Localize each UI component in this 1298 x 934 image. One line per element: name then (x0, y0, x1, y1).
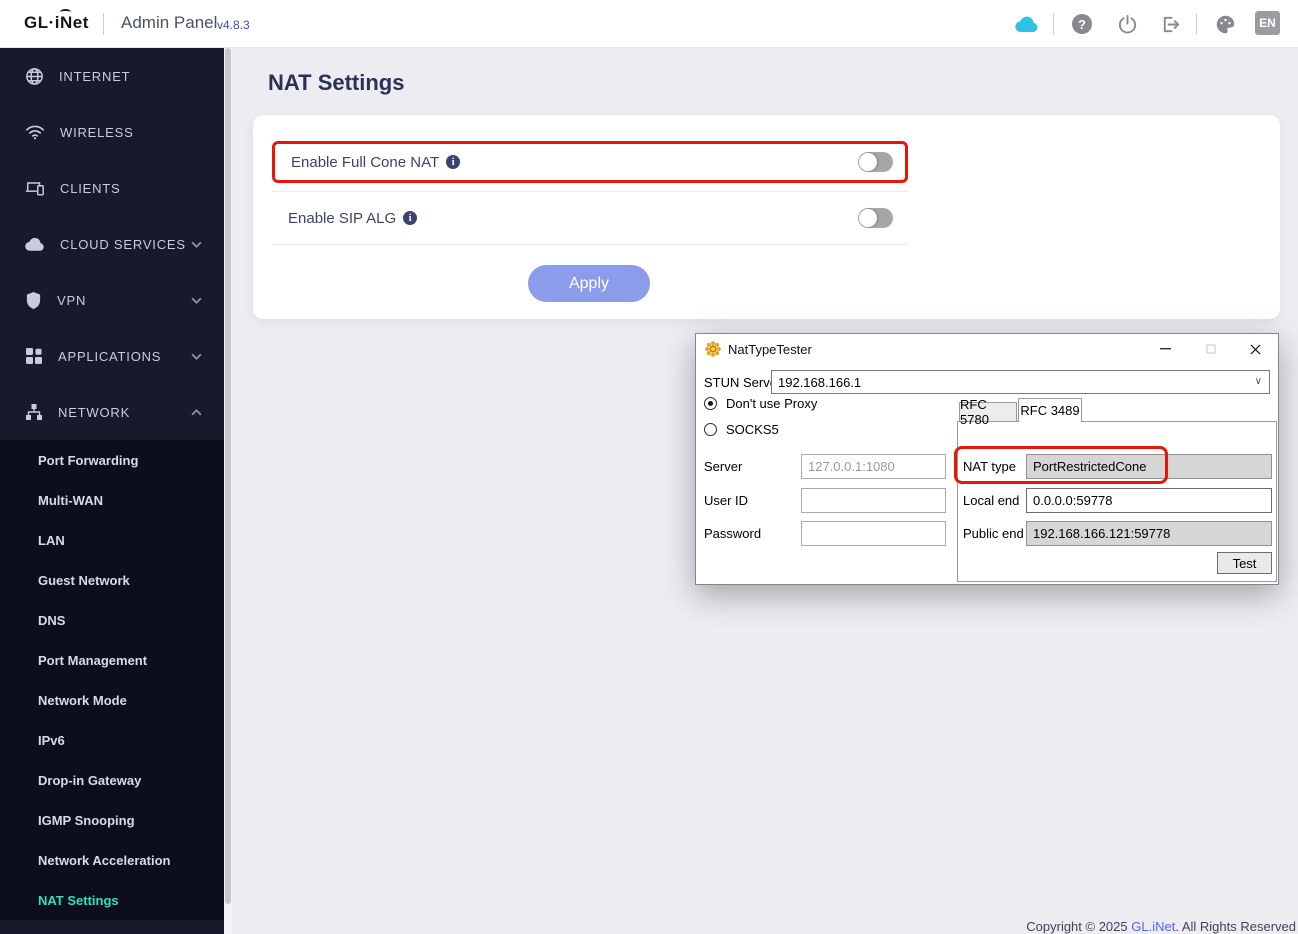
sip-alg-row: Enable SIP ALG i (272, 192, 908, 244)
sidebar-item-network[interactable]: NETWORK (0, 384, 224, 440)
chevron-down-icon (191, 241, 202, 248)
top-header: GL·iNet Admin Panel v4.8.3 ? EN (0, 0, 1298, 48)
sip-alg-toggle[interactable] (858, 208, 893, 228)
window-titlebar[interactable]: NatTypeTester (696, 334, 1278, 364)
help-icon[interactable]: ? (1070, 12, 1094, 36)
sidebar-scrollbar[interactable] (224, 48, 232, 934)
app-gear-icon (705, 341, 721, 357)
sidebar-item-dns[interactable]: DNS (0, 600, 224, 640)
tab-rfc-5780[interactable]: RFC 5780 (959, 397, 1017, 427)
chevron-down-icon (191, 297, 202, 304)
chevron-down-icon (191, 353, 202, 360)
header-divider (1053, 13, 1054, 35)
full-cone-nat-toggle[interactable] (858, 152, 893, 172)
sidebar-item-multi-wan[interactable]: Multi-WAN (0, 480, 224, 520)
gl-inet-logo[interactable]: GL·iNet (24, 13, 89, 33)
logo-wifi-arc (60, 9, 71, 15)
shield-icon (26, 291, 41, 309)
apply-button[interactable]: Apply (528, 265, 650, 302)
network-tree-icon (26, 404, 42, 420)
nattypetester-window: NatTypeTester STUN Server 192.168.166.1 … (695, 333, 1279, 585)
sidebar-item-igmp-snooping[interactable]: IGMP Snooping (0, 800, 224, 840)
sidebar-item-port-management[interactable]: Port Management (0, 640, 224, 680)
gl-inet-link[interactable]: GL.iNet (1131, 919, 1175, 934)
minimize-button[interactable] (1143, 334, 1188, 364)
sidebar-nav: INTERNET WIRELESS CLIENTS CLOUD SERVICES… (0, 48, 224, 934)
info-icon[interactable]: i (403, 211, 418, 225)
sidebar-item-clients[interactable]: CLIENTS (0, 160, 224, 216)
sidebar-item-wireless[interactable]: WIRELESS (0, 104, 224, 160)
sidebar-item-vpn[interactable]: VPN (0, 272, 224, 328)
header-divider (1196, 13, 1197, 35)
nat-type-field (1026, 454, 1272, 479)
wifi-icon (26, 125, 44, 140)
public-end-label: Public end (963, 526, 1024, 541)
radio-selected-icon (704, 397, 717, 410)
server-label: Server (704, 459, 743, 474)
language-selector[interactable]: EN (1255, 11, 1280, 35)
copyright-footer: Copyright © 2025 GL.iNet. All Rights Res… (1026, 919, 1296, 934)
full-cone-nat-row: Enable Full Cone NAT i (272, 141, 908, 183)
sidebar-item-label: CLOUD SERVICES (60, 236, 186, 252)
sidebar-item-label: INTERNET (59, 68, 131, 84)
user-id-label: User ID (704, 493, 749, 508)
local-end-label: Local end (963, 493, 1020, 508)
close-button[interactable] (1233, 334, 1278, 364)
test-button[interactable]: Test (1217, 552, 1272, 574)
sidebar-item-guest-network[interactable]: Guest Network (0, 560, 224, 600)
tab-rfc-3489[interactable]: RFC 3489 (1018, 398, 1082, 422)
sidebar-item-label: CLIENTS (60, 180, 121, 196)
info-icon[interactable]: i (446, 155, 461, 169)
nat-settings-card: Enable Full Cone NAT i Enable SIP ALG i … (253, 115, 1280, 319)
dont-use-proxy-radio[interactable]: Don't use Proxy (704, 396, 817, 411)
network-submenu: Port Forwarding Multi-WAN LAN Guest Netw… (0, 440, 224, 920)
sidebar-item-internet[interactable]: INTERNET (0, 48, 224, 104)
header-divider (103, 13, 104, 35)
theme-palette-icon[interactable] (1213, 12, 1237, 36)
maximize-button[interactable] (1188, 334, 1233, 364)
logout-icon[interactable] (1158, 12, 1182, 36)
sidebar-item-label: NETWORK (58, 404, 131, 420)
page-title: NAT Settings (268, 70, 405, 95)
stun-server-label: STUN Server (704, 375, 782, 390)
sidebar-item-network-mode[interactable]: Network Mode (0, 680, 224, 720)
sidebar-item-ipv6[interactable]: IPv6 (0, 720, 224, 760)
password-input[interactable] (801, 521, 946, 546)
sidebar-item-cloud-services[interactable]: CLOUD SERVICES (0, 216, 224, 272)
radio-unselected-icon (704, 423, 717, 436)
scrollbar-thumb[interactable] (225, 48, 231, 904)
cloud-status-icon[interactable] (1015, 12, 1039, 36)
devices-icon (25, 182, 44, 196)
local-end-field[interactable] (1026, 488, 1272, 513)
stun-server-value: 192.168.166.1 (778, 374, 862, 390)
sidebar-item-lan[interactable]: LAN (0, 520, 224, 560)
password-label: Password (704, 526, 762, 541)
sidebar-item-drop-in-gateway[interactable]: Drop-in Gateway (0, 760, 224, 800)
sidebar-item-label: VPN (57, 292, 87, 308)
sip-alg-label: Enable SIP ALG i (288, 210, 418, 227)
socks5-radio[interactable]: SOCKS5 (704, 422, 779, 437)
window-title: NatTypeTester (728, 342, 812, 357)
app-version: v4.8.3 (217, 18, 250, 32)
stun-server-combobox[interactable]: 192.168.166.1 ∨ (771, 370, 1270, 394)
globe-icon (26, 67, 43, 85)
nat-type-label: NAT type (963, 459, 1016, 474)
reboot-icon[interactable] (1115, 12, 1139, 36)
sidebar-item-label: APPLICATIONS (58, 348, 162, 364)
full-cone-nat-label: Enable Full Cone NAT i (291, 154, 461, 171)
app-title: Admin Panel (121, 13, 218, 32)
row-divider (272, 244, 908, 245)
sidebar-item-network-acceleration[interactable]: Network Acceleration (0, 840, 224, 880)
combobox-chevron-icon: ∨ (1254, 376, 1262, 387)
sidebar-item-port-forwarding[interactable]: Port Forwarding (0, 440, 224, 480)
chevron-up-icon (191, 408, 202, 415)
public-end-field (1026, 521, 1272, 546)
sidebar-item-label: WIRELESS (60, 124, 134, 140)
cloud-icon (25, 237, 44, 251)
server-input[interactable] (801, 454, 946, 479)
apps-grid-icon (26, 348, 42, 364)
sidebar-item-nat-settings[interactable]: NAT Settings (0, 880, 224, 920)
user-id-input[interactable] (801, 488, 946, 513)
sidebar-item-applications[interactable]: APPLICATIONS (0, 328, 224, 384)
